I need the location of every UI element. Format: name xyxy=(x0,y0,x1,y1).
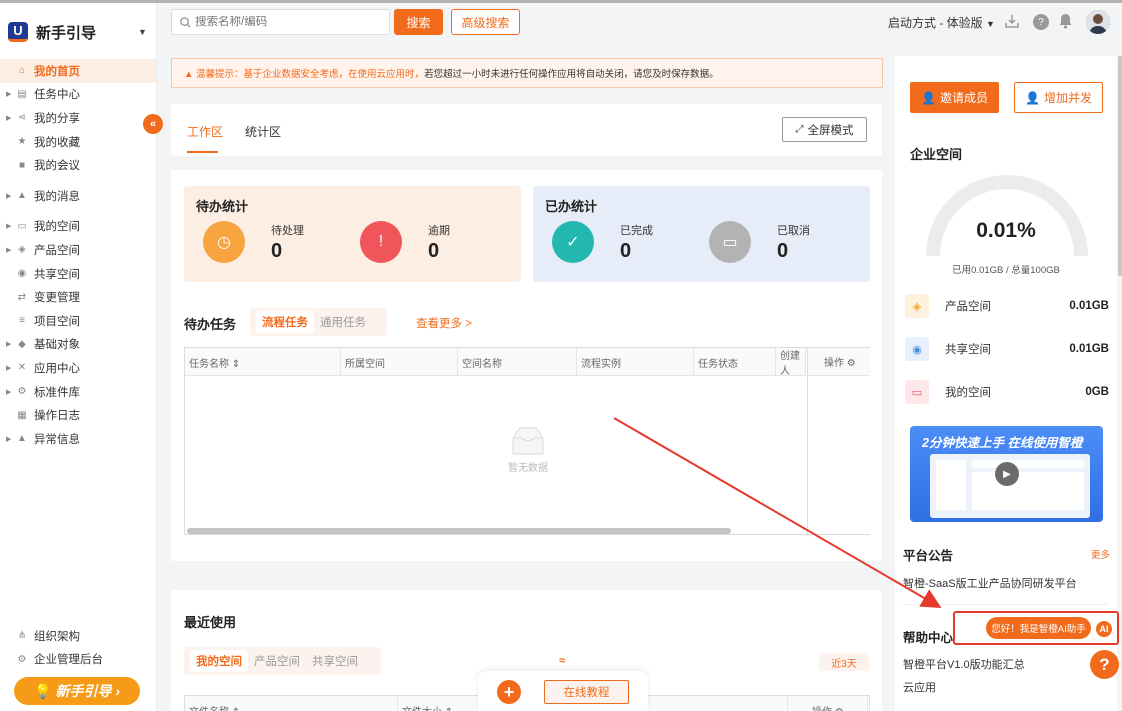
ai-assistant-icon[interactable]: AI xyxy=(1094,619,1114,639)
ai-assistant-greeting[interactable]: 您好！我是智橙AI助手 xyxy=(986,617,1091,639)
annotation-arrow xyxy=(613,417,942,609)
help-question-icon[interactable]: ? xyxy=(1090,650,1119,679)
